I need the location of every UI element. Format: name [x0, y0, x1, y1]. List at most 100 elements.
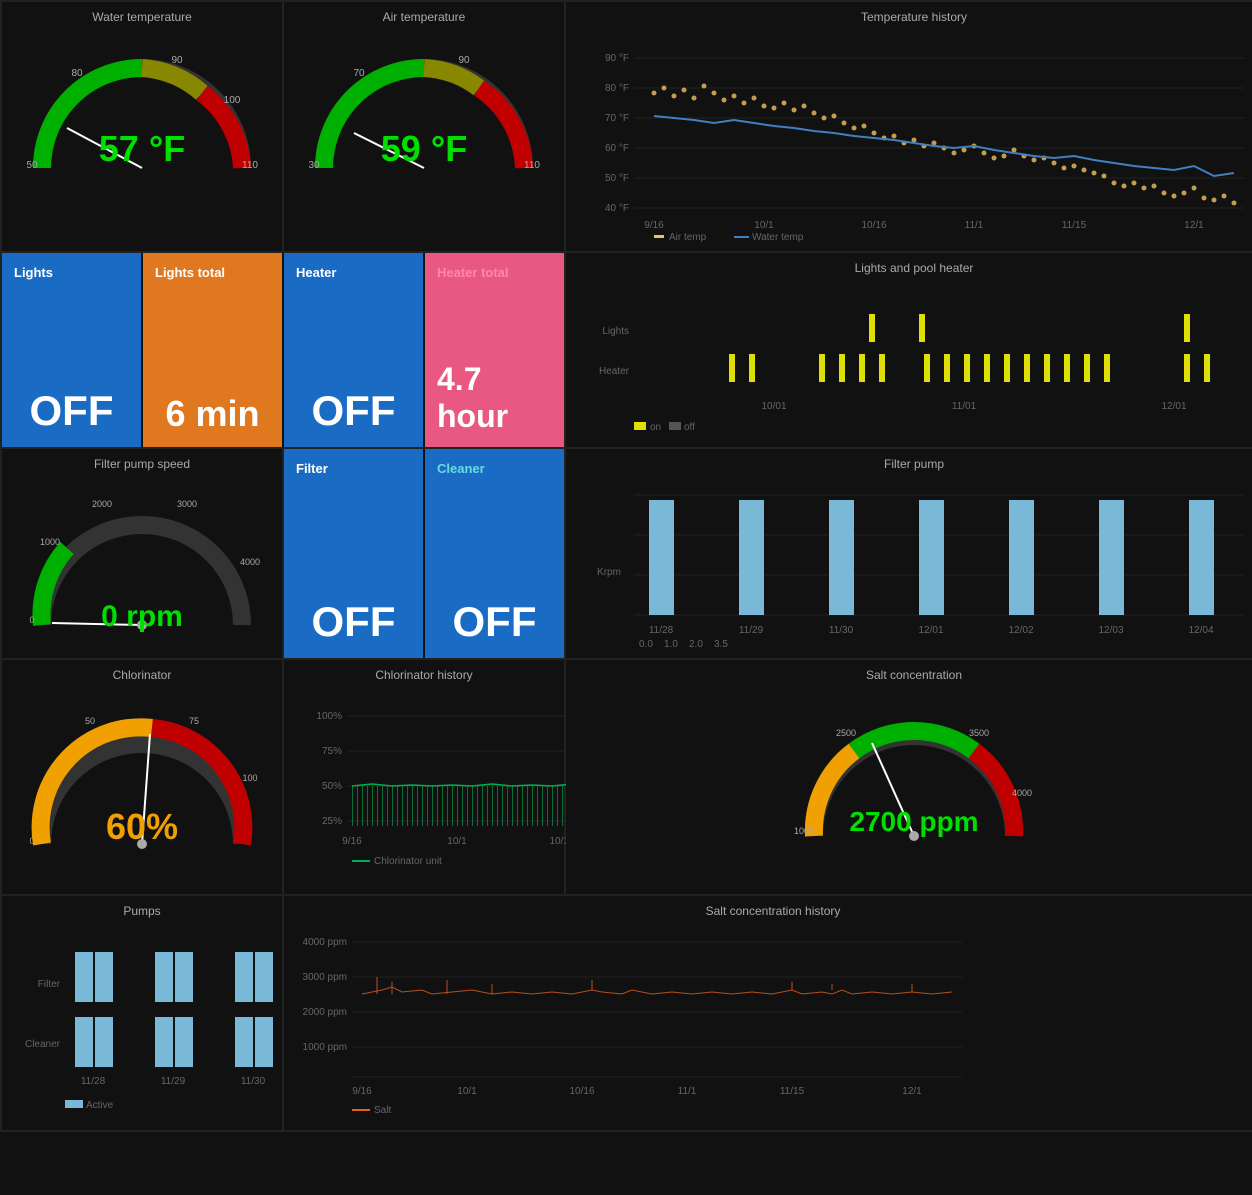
- svg-text:2500: 2500: [836, 728, 856, 738]
- svg-text:off: off: [684, 422, 695, 433]
- salt-history-chart: 4000 ppm 3000 ppm 2000 ppm 1000 ppm 9/16…: [292, 922, 972, 1122]
- chlorinator-history-panel: Chlorinator history 100% 75% 50% 25%: [284, 660, 564, 894]
- filter-speed-title: Filter pump speed: [10, 457, 274, 471]
- water-temp-gauge: 50 80 90 100 110 57 °F: [10, 28, 274, 180]
- svg-text:90: 90: [171, 55, 183, 66]
- svg-text:12/03: 12/03: [1098, 625, 1123, 636]
- svg-text:Lights: Lights: [602, 326, 629, 337]
- svg-text:9/16: 9/16: [644, 220, 664, 231]
- svg-text:10/1: 10/1: [754, 220, 774, 231]
- cleaner-card: Cleaner OFF: [425, 449, 564, 658]
- svg-text:Salt: Salt: [374, 1105, 391, 1116]
- temp-history-chart: 90 °F 80 °F 70 °F 60 °F 50 °F 40 °F 9/16…: [574, 28, 1252, 243]
- filter-value: OFF: [312, 598, 396, 646]
- svg-text:Chlorinator unit: Chlorinator unit: [374, 856, 442, 867]
- svg-text:on: on: [650, 422, 661, 433]
- svg-text:11/29: 11/29: [739, 625, 764, 636]
- svg-text:4000 ppm: 4000 ppm: [303, 937, 347, 948]
- svg-text:Air temp: Air temp: [669, 232, 707, 243]
- svg-text:Cleaner: Cleaner: [25, 1039, 61, 1050]
- filter-card: Filter OFF: [284, 449, 423, 658]
- svg-text:12/01: 12/01: [1161, 401, 1186, 412]
- svg-text:80: 80: [71, 68, 83, 79]
- svg-text:70: 70: [353, 68, 365, 79]
- svg-text:75%: 75%: [322, 746, 342, 757]
- chlorinator-history-title: Chlorinator history: [292, 668, 556, 682]
- air-temp-title: Air temperature: [292, 10, 556, 24]
- svg-text:100%: 100%: [316, 711, 342, 722]
- filter-speed-gauge: 0 1000 2000 3000 4000 0 rpm: [10, 475, 274, 644]
- svg-text:3000 ppm: 3000 ppm: [303, 972, 347, 983]
- heater-total-title: Heater total: [437, 265, 509, 280]
- chlorinator-title: Chlorinator: [10, 668, 274, 682]
- svg-text:Filter: Filter: [38, 979, 61, 990]
- svg-text:11/15: 11/15: [1062, 220, 1087, 231]
- lights-pool-chart: Lights Heater 10/01 11/01 12/01: [574, 279, 1252, 439]
- svg-text:2000: 2000: [92, 499, 112, 509]
- svg-text:60 °F: 60 °F: [605, 143, 629, 154]
- salt-conc-title: Salt concentration: [574, 668, 1252, 682]
- air-temp-gauge: 30 70 90 110 59 °F: [292, 28, 556, 180]
- svg-text:11/1: 11/1: [965, 220, 984, 231]
- cleaner-title: Cleaner: [437, 461, 485, 476]
- svg-text:50%: 50%: [322, 781, 342, 792]
- svg-text:50: 50: [85, 716, 95, 726]
- water-temp-value: 57 °F: [99, 128, 185, 170]
- salt-conc-panel: Salt concentration 1000 2500 3500 4000 2…: [566, 660, 1252, 894]
- svg-text:110: 110: [242, 160, 258, 171]
- svg-text:10/1: 10/1: [447, 836, 467, 847]
- filter-speed-panel: Filter pump speed 0 1000 2000 3000 4000 …: [2, 449, 282, 658]
- temp-history-panel: Temperature history 90 °F 80 °F 70 °F 60…: [566, 2, 1252, 251]
- svg-text:11/30: 11/30: [241, 1076, 266, 1087]
- svg-text:0: 0: [29, 836, 34, 846]
- svg-text:100: 100: [242, 773, 257, 783]
- lights-pool-panel: Lights and pool heater Lights Heater 10/…: [566, 253, 1252, 447]
- lights-total-title: Lights total: [155, 265, 225, 280]
- svg-text:11/30: 11/30: [829, 625, 854, 636]
- pumps-title: Pumps: [10, 904, 274, 918]
- svg-text:11/29: 11/29: [161, 1076, 186, 1087]
- salt-history-panel: Salt concentration history 4000 ppm 3000…: [284, 896, 1252, 1130]
- filter-pump-chart: Krpm 11/28 11/29 11/30 12/01: [574, 475, 1252, 650]
- filter-speed-value: 0 rpm: [101, 600, 183, 634]
- svg-text:1000: 1000: [40, 537, 60, 547]
- svg-text:11/28: 11/28: [81, 1076, 106, 1087]
- svg-text:Heater: Heater: [599, 366, 630, 377]
- svg-text:3500: 3500: [969, 728, 989, 738]
- salt-conc-value: 2700 ppm: [849, 806, 978, 838]
- svg-text:12/02: 12/02: [1008, 625, 1033, 636]
- lights-value: OFF: [30, 387, 114, 435]
- svg-text:80 °F: 80 °F: [605, 83, 629, 94]
- svg-text:Krpm: Krpm: [597, 567, 621, 578]
- air-temp-panel: Air temperature 30 70 90 110 59 °F: [284, 2, 564, 251]
- water-temp-title: Water temperature: [10, 10, 274, 24]
- salt-history-title: Salt concentration history: [292, 904, 1252, 918]
- chlorinator-value: 60%: [106, 806, 178, 848]
- svg-text:1000: 1000: [794, 826, 814, 836]
- svg-text:50 °F: 50 °F: [605, 173, 629, 184]
- svg-text:3000: 3000: [177, 499, 197, 509]
- svg-text:50: 50: [26, 160, 38, 171]
- svg-text:40 °F: 40 °F: [605, 203, 629, 214]
- svg-text:10/01: 10/01: [761, 401, 786, 412]
- svg-text:11/1: 11/1: [678, 1086, 697, 1097]
- filter-pump-title: Filter pump: [574, 457, 1252, 471]
- filter-cleaner-row: Filter OFF Cleaner OFF: [284, 449, 564, 658]
- heater-total-value: 4.7 hour: [437, 361, 552, 435]
- svg-text:10/1: 10/1: [457, 1086, 477, 1097]
- svg-text:9/16: 9/16: [342, 836, 362, 847]
- filter-title: Filter: [296, 461, 328, 476]
- heater-total-card: Heater total 4.7 hour: [425, 253, 564, 447]
- svg-text:30: 30: [308, 160, 320, 171]
- svg-text:9/16: 9/16: [352, 1086, 372, 1097]
- heater-value: OFF: [312, 387, 396, 435]
- svg-text:70 °F: 70 °F: [605, 113, 629, 124]
- svg-text:110: 110: [524, 160, 540, 171]
- svg-text:10/16: 10/16: [569, 1086, 594, 1097]
- svg-text:11/28: 11/28: [649, 625, 674, 636]
- pumps-panel: Pumps Filter Cleaner: [2, 896, 282, 1130]
- chlorinator-panel: Chlorinator 0 50 75 100 60%: [2, 660, 282, 894]
- heater-title: Heater: [296, 265, 336, 280]
- cleaner-value: OFF: [453, 598, 537, 646]
- temp-history-title: Temperature history: [574, 10, 1252, 24]
